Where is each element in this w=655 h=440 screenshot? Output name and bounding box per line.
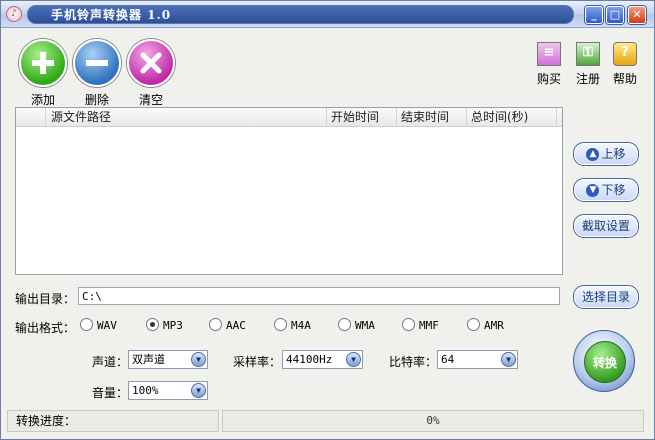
move-down-button[interactable]: ▼ 下移 [573,178,639,202]
format-radio-aac[interactable]: AAC [209,318,246,332]
chevron-down-icon: ▼ [191,383,206,398]
progress-label-panel: 转换进度： [7,410,219,432]
volume-value: 100% [132,384,159,397]
format-radio-m4a[interactable]: M4A [274,318,311,332]
progress-bar: 0% [222,410,644,432]
play-icon: 转换 [584,341,626,383]
format-label: MMF [419,319,439,332]
cart-icon: ≡ [537,42,561,66]
minimize-button[interactable]: _ [585,6,603,24]
maximize-button[interactable]: □ [606,6,624,24]
format-label: WMA [355,319,375,332]
help-label: 帮助 [612,72,637,86]
channel-label: 声道： [92,355,129,369]
column-header-end-time[interactable]: 结束时间 [397,108,467,126]
radio-icon [209,318,222,331]
format-label: MP3 [163,319,183,332]
channel-select[interactable]: 双声道 ▼ [128,350,208,369]
chevron-down-icon: ▼ [501,352,516,367]
radio-icon [467,318,480,331]
column-header-index [16,108,46,126]
format-label: AAC [226,319,246,332]
select-dir-button[interactable]: 选择目录 [573,285,639,309]
help-button[interactable]: ? 帮助 [610,42,640,87]
volume-select[interactable]: 100% ▼ [128,381,208,400]
format-radio-mp3[interactable]: MP3 [146,318,183,332]
chevron-down-icon: ▼ [586,184,600,197]
move-down-label: 下移 [601,183,626,197]
progress-label: 转换进度： [16,414,77,428]
move-up-label: 上移 [601,147,626,161]
format-radio-mmf[interactable]: MMF [402,318,439,332]
cut-settings-button[interactable]: 截取设置 [573,214,639,238]
file-list[interactable]: 源文件路径 开始时间 结束时间 总时间(秒) [15,107,563,275]
sample-rate-label: 采样率： [233,355,282,369]
help-icon: ? [613,42,637,66]
radio-icon [402,318,415,331]
register-label: 注册 [575,72,600,86]
radio-icon [274,318,287,331]
clear-button[interactable]: 清空 [127,39,175,108]
file-list-header: 源文件路径 开始时间 结束时间 总时间(秒) [16,108,562,127]
format-label: AMR [484,319,504,332]
chevron-down-icon: ▼ [346,352,361,367]
column-header-start-time[interactable]: 开始时间 [327,108,397,126]
close-x-icon [127,39,175,87]
format-radio-amr[interactable]: AMR [467,318,504,332]
format-radio-wma[interactable]: WMA [338,318,375,332]
output-format-label: 输出格式： [15,321,76,335]
radio-selected-icon [146,318,159,331]
title-bar: ♪ 手机铃声转换器 1.0 _ □ ✕ [1,1,654,28]
sample-rate-select[interactable]: 44100Hz ▼ [282,350,363,369]
plus-icon [19,39,67,87]
close-button[interactable]: ✕ [628,6,646,24]
volume-label: 音量： [92,386,129,400]
radio-icon [338,318,351,331]
buy-label: 购买 [536,72,561,86]
radio-icon [80,318,93,331]
format-radio-wav[interactable]: WAV [80,318,117,332]
chevron-up-icon: ▲ [586,148,600,161]
channel-value: 双声道 [132,353,165,366]
bitrate-label: 比特率： [389,355,438,369]
format-label: M4A [291,319,311,332]
convert-label: 转换 [592,356,617,370]
delete-button[interactable]: 删除 [73,39,121,108]
output-dir-label: 输出目录： [15,292,76,306]
bitrate-select[interactable]: 64 ▼ [437,350,518,369]
app-window: ♪ 手机铃声转换器 1.0 _ □ ✕ 添加 删除 清空 ≡ 购买 ⚿ 注册 ?… [0,0,655,440]
column-header-source-path[interactable]: 源文件路径 [46,108,327,126]
move-up-button[interactable]: ▲ 上移 [573,142,639,166]
key-icon: ⚿ [576,42,600,66]
app-icon: ♪ [6,6,22,22]
clear-label: 清空 [138,93,163,107]
buy-button[interactable]: ≡ 购买 [534,42,564,87]
add-button[interactable]: 添加 [19,39,67,108]
sample-rate-value: 44100Hz [286,353,333,366]
output-dir-field[interactable]: C:\ [78,287,560,305]
register-button[interactable]: ⚿ 注册 [573,42,603,87]
window-title: 手机铃声转换器 1.0 [51,8,172,22]
chevron-down-icon: ▼ [191,352,206,367]
delete-label: 删除 [84,93,109,107]
add-label: 添加 [30,93,55,107]
format-label: WAV [97,319,117,332]
bitrate-value: 64 [441,353,455,366]
minus-icon [73,39,121,87]
convert-button[interactable]: 转换 [573,330,635,392]
column-header-total-time[interactable]: 总时间(秒) [467,108,557,126]
progress-value: 0% [426,414,440,427]
